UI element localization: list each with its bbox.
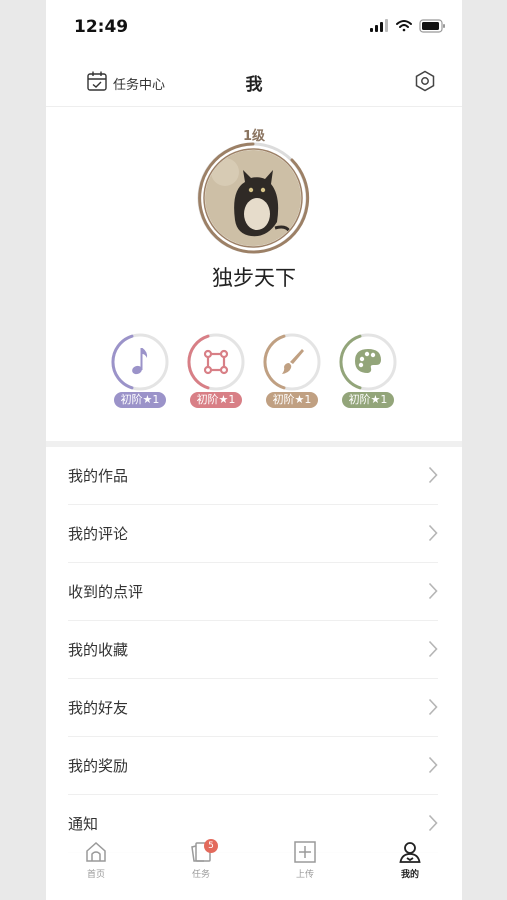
- settings-button[interactable]: [414, 70, 436, 96]
- menu-item-label: 我的作品: [68, 467, 129, 485]
- badge-palette[interactable]: 初阶★1: [338, 332, 398, 412]
- menu-item-label: 我的评论: [68, 525, 129, 543]
- chevron-right-icon: [428, 698, 438, 720]
- badge-music[interactable]: 初阶★1: [110, 332, 170, 412]
- menu-item-my-favorites[interactable]: 我的收藏: [68, 621, 438, 679]
- badge-level-pill: 初阶★1: [266, 392, 318, 408]
- battery-icon: [419, 19, 445, 33]
- chevron-right-icon: [428, 466, 438, 488]
- music-note-icon: [132, 348, 148, 375]
- profile-menu-list: 我的作品 我的评论 收到的点评 我的收藏 我的好友 我的奖励 通知: [46, 447, 462, 853]
- nav-header: 任务中心 我: [46, 58, 462, 107]
- chevron-right-icon: [428, 524, 438, 546]
- chevron-right-icon: [428, 756, 438, 778]
- home-icon: [84, 840, 108, 868]
- signal-icon: [370, 19, 388, 32]
- menu-item-my-rewards[interactable]: 我的奖励: [68, 737, 438, 795]
- badge-design[interactable]: 初阶★1: [186, 332, 246, 412]
- tasks-count-badge: 5: [204, 839, 218, 853]
- badge-painting[interactable]: 初阶★1: [262, 332, 322, 412]
- badge-level-pill: 初阶★1: [190, 392, 242, 408]
- wifi-icon: [396, 20, 412, 32]
- app-screen: 12:49 任务中心 我 1级 独步天下 初阶★1 初阶★1 初阶★1 初阶★1…: [46, 0, 462, 900]
- tab-label: 上传: [295, 870, 314, 880]
- menu-item-my-comments[interactable]: 我的评论: [68, 505, 438, 563]
- user-nickname: 独步天下: [212, 266, 296, 290]
- chevron-right-icon: [428, 814, 438, 836]
- user-icon: [398, 840, 422, 868]
- status-bar: 12:49: [46, 0, 462, 50]
- menu-item-label: 通知: [68, 815, 99, 833]
- paintbrush-icon: [282, 349, 304, 374]
- cat-painting-avatar-image: [205, 150, 301, 246]
- menu-item-received-reviews[interactable]: 收到的点评: [68, 563, 438, 621]
- avatar[interactable]: [205, 150, 301, 246]
- add-square-icon: [293, 840, 317, 868]
- badge-level-pill: 初阶★1: [114, 392, 166, 408]
- chevron-right-icon: [428, 582, 438, 604]
- skill-badges: 初阶★1 初阶★1 初阶★1 初阶★1: [46, 332, 462, 412]
- menu-item-label: 收到的点评: [68, 583, 144, 601]
- tab-label: 我的: [400, 870, 419, 880]
- settings-hexagon-icon: [414, 70, 436, 96]
- page-title: 我: [245, 75, 263, 95]
- tab-home[interactable]: 首页: [66, 840, 126, 880]
- menu-item-label: 我的收藏: [68, 641, 129, 659]
- tab-label: 首页: [86, 870, 105, 880]
- profile-section: 1级 独步天下 初阶★1 初阶★1 初阶★1 初阶★1: [46, 106, 462, 441]
- status-icons: [370, 18, 446, 37]
- menu-item-my-works[interactable]: 我的作品: [68, 447, 438, 505]
- tab-upload[interactable]: 上传: [275, 840, 335, 880]
- bottom-tab-bar: 首页 5 任务 上传 我的: [46, 836, 462, 900]
- tab-label: 任务: [191, 870, 210, 880]
- status-time: 12:49: [74, 17, 129, 37]
- tab-mine[interactable]: 我的: [380, 840, 440, 880]
- menu-item-label: 我的奖励: [68, 757, 129, 775]
- tab-tasks[interactable]: 5 任务: [171, 839, 231, 880]
- menu-item-label: 我的好友: [68, 699, 129, 717]
- chevron-right-icon: [428, 640, 438, 662]
- vector-nodes-icon: [203, 349, 229, 375]
- palette-icon: [355, 349, 381, 373]
- badge-level-pill: 初阶★1: [342, 392, 394, 408]
- menu-item-my-friends[interactable]: 我的好友: [68, 679, 438, 737]
